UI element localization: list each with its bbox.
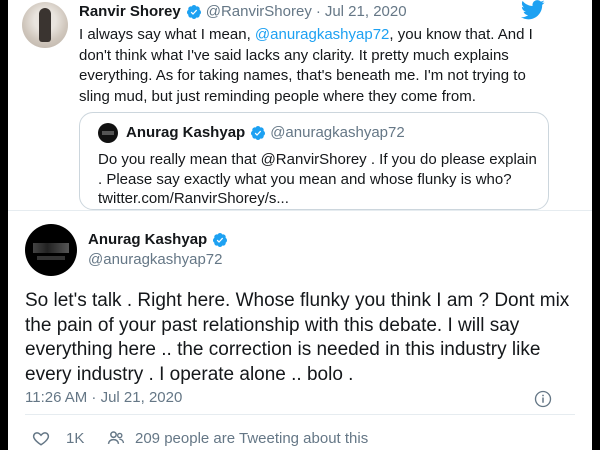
main-author-name-row: Anurag Kashyap <box>88 231 232 248</box>
author-name[interactable]: Anurag Kashyap <box>88 231 207 248</box>
tweet-screenshot: Ranvir Shorey @RanvirShorey · Jul 21, 20… <box>8 0 592 450</box>
tweet-text: I always say what I mean, @anuragkashyap… <box>79 25 549 107</box>
author-handle[interactable]: @anuragkashyap72 <box>88 251 223 268</box>
separator-dot: · <box>315 3 321 20</box>
avatar[interactable] <box>22 2 68 48</box>
avatar[interactable] <box>25 224 77 276</box>
divider <box>8 210 592 211</box>
tweet-date[interactable]: Jul 21, 2020 <box>325 3 407 20</box>
top-tweet-header: Ranvir Shorey @RanvirShorey · Jul 21, 20… <box>79 3 407 20</box>
tweet-timestamp[interactable]: 11:26 AM · Jul 21, 2020 <box>25 389 182 406</box>
tweet-text-part: I always say what I mean, <box>79 26 255 43</box>
author-name[interactable]: Ranvir Shorey <box>79 3 181 20</box>
verified-icon <box>251 125 266 140</box>
author-handle[interactable]: @RanvirShorey <box>206 3 312 20</box>
quoted-author-handle: @anuragkashyap72 <box>270 124 405 141</box>
like-count[interactable]: 1K <box>66 430 84 447</box>
quoted-author-name: Anurag Kashyap <box>126 124 246 141</box>
quoted-avatar <box>98 123 118 143</box>
quoted-header: Anurag Kashyap @anuragkashyap72 <box>126 124 405 141</box>
tweet-text: So let's talk . Right here. Whose flunky… <box>25 290 570 385</box>
quoted-tweet-card[interactable]: Anurag Kashyap @anuragkashyap72 Do you r… <box>79 112 549 210</box>
info-icon[interactable] <box>534 390 552 408</box>
verified-icon <box>186 4 201 19</box>
verified-icon <box>213 232 228 247</box>
heart-icon[interactable] <box>32 429 50 447</box>
people-tweeting-link[interactable]: 209 people are Tweeting about this <box>135 430 368 447</box>
divider <box>25 414 575 415</box>
twitter-bird-icon[interactable] <box>521 0 545 20</box>
quoted-tweet-text: Do you really mean that @RanvirShorey . … <box>98 151 537 207</box>
people-icon[interactable] <box>106 428 126 448</box>
mention-link[interactable]: @anuragkashyap72 <box>255 26 390 43</box>
